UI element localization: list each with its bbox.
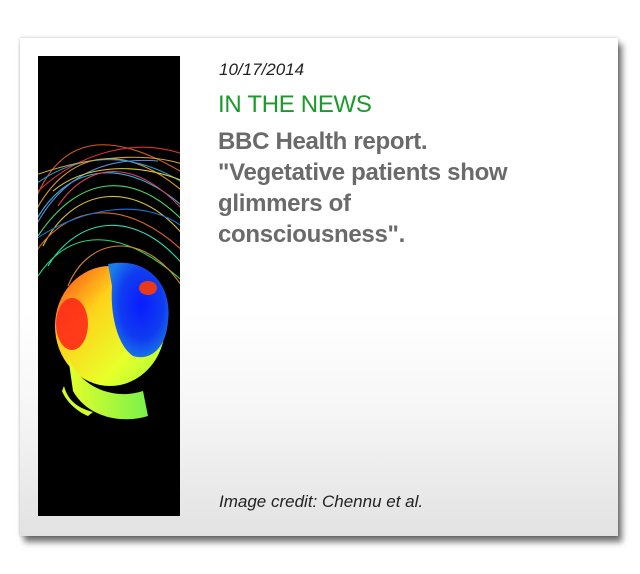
news-card[interactable]: 10/17/2014 IN THE NEWS BBC Health report…: [20, 38, 618, 536]
head-model: [55, 262, 169, 420]
headline-line: consciousness".: [218, 221, 405, 248]
brain-network-graphic: [38, 144, 180, 420]
image-credit: Image credit: Chennu et al.: [219, 492, 424, 511]
news-headline-link[interactable]: BBC Health report. "Vegetative patients …: [218, 126, 598, 250]
headline-line: glimmers of: [218, 190, 351, 217]
news-date: 10/17/2014: [219, 60, 305, 79]
headline-line: "Vegetative patients show: [218, 159, 508, 186]
in-the-news-label: IN THE NEWS: [218, 91, 372, 118]
brain-network-image[interactable]: [38, 56, 180, 516]
headline-line: BBC Health report.: [218, 128, 428, 155]
